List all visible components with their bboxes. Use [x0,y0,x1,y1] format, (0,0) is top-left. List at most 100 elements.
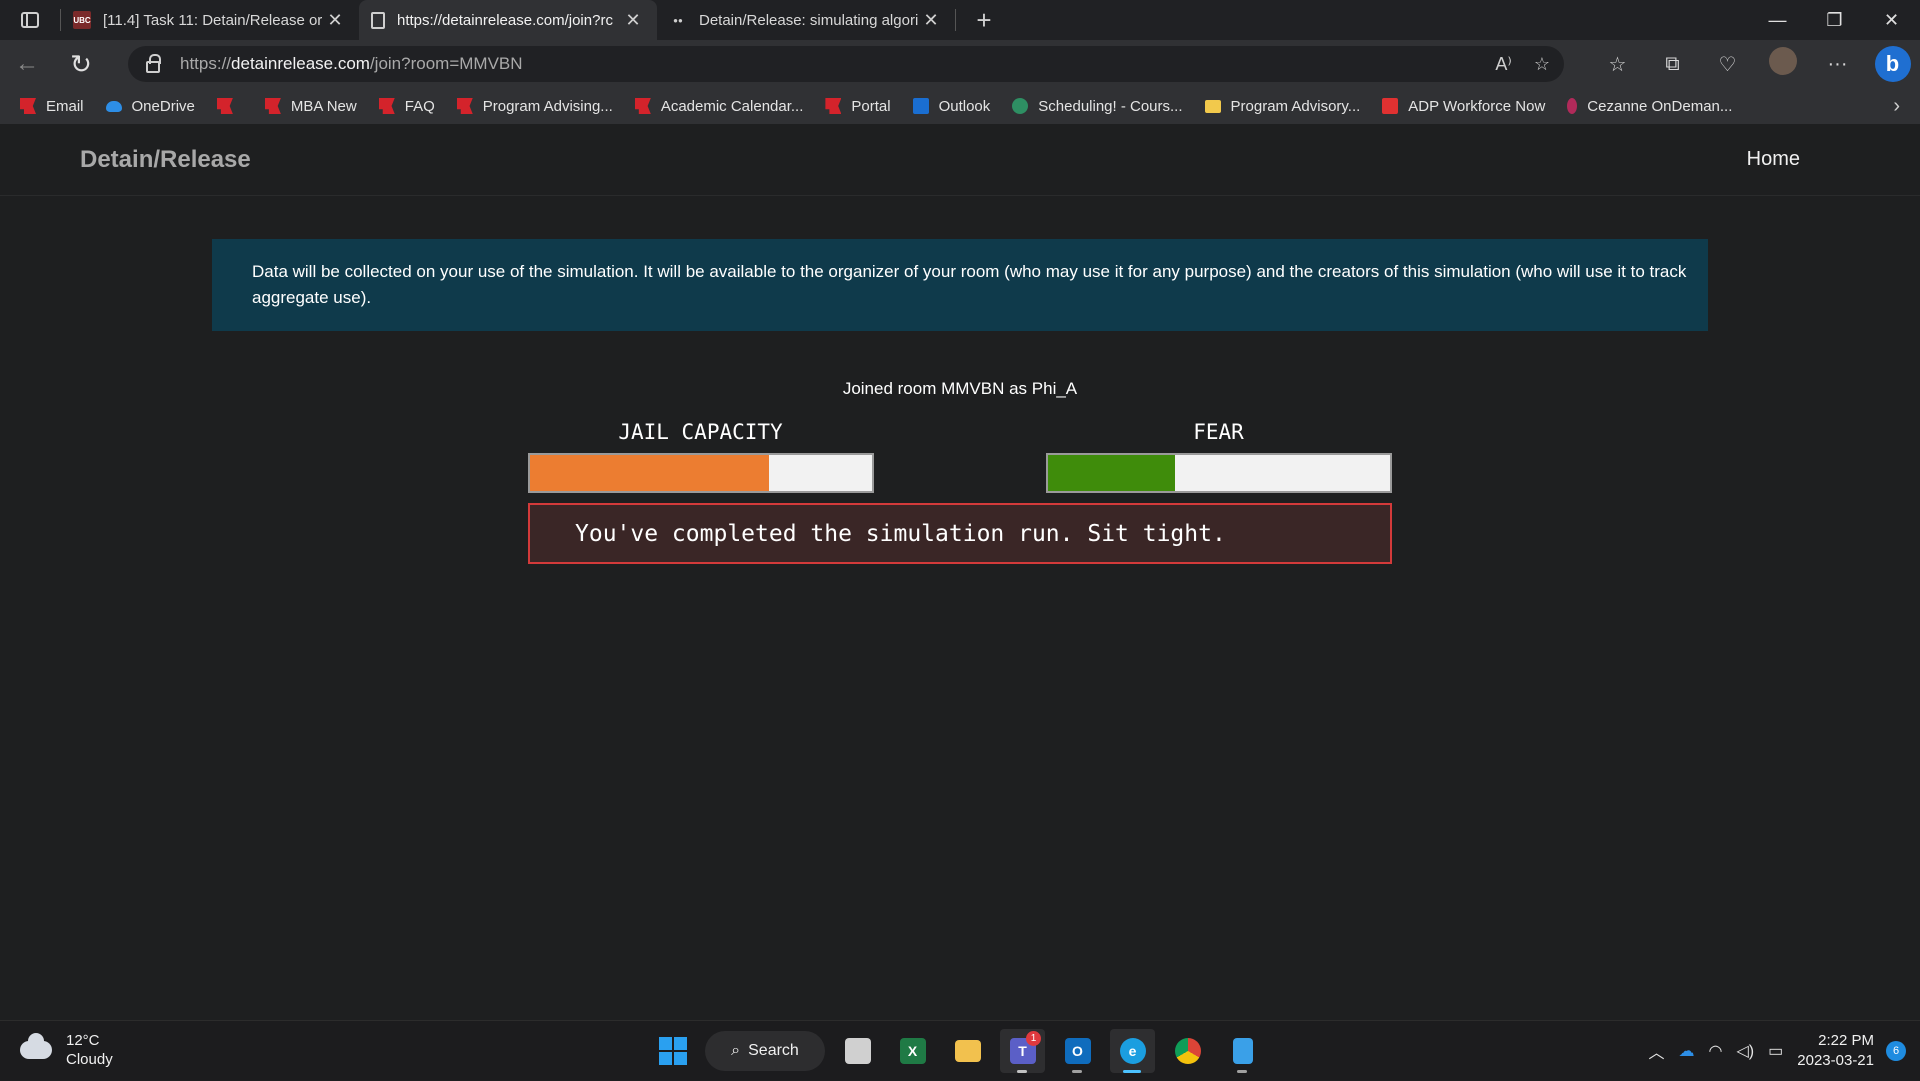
favorite-email[interactable]: Email [20,98,84,115]
favorite-portal[interactable]: Portal [825,98,891,115]
tab-actions-button[interactable] [0,0,60,40]
favorite-academic-calendar[interactable]: Academic Calendar... [634,97,804,115]
chevron-up-icon[interactable]: ︿ [1649,1039,1665,1063]
favorite-label: Academic Calendar... [660,97,804,115]
address-bar[interactable]: https://detainrelease.com/join?room=MMVB… [128,46,1564,82]
favorite-adp[interactable]: ADP Workforce Now [1382,98,1545,115]
chevron-right-icon[interactable]: › [1893,95,1900,118]
close-window-button[interactable]: ✕ [1863,0,1920,40]
battery-icon[interactable]: ▭ [1768,1041,1783,1061]
file-explorer-button[interactable] [945,1029,990,1073]
minimize-button[interactable]: — [1749,0,1806,40]
running-indicator [1123,1070,1141,1073]
tab-title: https://detainrelease.com/join?rc [397,11,613,29]
lock-icon[interactable] [146,53,161,73]
browser-essentials-icon[interactable]: ♡ [1700,52,1755,77]
chrome-button[interactable] [1165,1029,1210,1073]
favorite-label: Outlook [938,97,991,115]
favorite-faq[interactable]: FAQ [378,97,435,115]
close-icon[interactable]: ✕ [323,10,347,31]
close-icon[interactable]: ✕ [621,10,645,31]
close-icon[interactable]: ✕ [919,10,943,31]
taskbar-apps: ⌕ Search X T 1 O e [650,1029,1265,1073]
start-button[interactable] [650,1029,695,1073]
favorite-scheduling[interactable]: Scheduling! - Cours... [1012,97,1183,115]
url-path: /join?room=MMVBN [369,54,523,73]
clock[interactable]: 2:22 PM 2023-03-21 [1797,1031,1874,1071]
favorite-label: Scheduling! - Cours... [1038,97,1183,115]
favorite-program-advising[interactable]: Program Advising... [456,98,613,115]
adp-icon [1382,98,1399,114]
new-tab-button[interactable]: + [964,5,1004,36]
onedrive-icon [105,100,122,112]
window-controls: — ❐ ✕ [1749,0,1920,40]
favorites-bar: Email OneDrive MBA New FAQ Program Advis… [0,88,1920,124]
ubc-favicon-icon: UBC [73,11,91,29]
favorite-mba-new[interactable]: MBA New [264,98,357,115]
clock-time: 2:22 PM [1818,1032,1874,1049]
profile-button[interactable] [1755,47,1810,81]
toolbar-right: ☆ ⧉ ♡ ··· b [1590,40,1920,88]
bing-chat-button[interactable]: b [1865,46,1920,82]
jail-capacity-label: JAIL CAPACITY [618,420,783,444]
back-button[interactable]: ← [0,40,54,88]
wifi-icon[interactable]: ◠ [1709,1041,1723,1061]
site-brand[interactable]: Detain/Release [80,146,251,174]
system-tray: ︿ ☁ ◠ ◁) ▭ 2:22 PM 2023-03-21 6 [1649,1021,1920,1081]
tab-task-11[interactable]: UBC [11.4] Task 11: Detain/Release or ✕ [61,0,359,40]
clock-date: 2023-03-21 [1797,1052,1874,1069]
weather-temp: 12°C [66,1032,100,1049]
data-collection-notice: Data will be collected on your use of th… [212,239,1708,331]
taskbar-search-button[interactable]: ⌕ Search [705,1031,825,1071]
edge-button[interactable]: e [1110,1029,1155,1073]
notification-badge[interactable]: 6 [1886,1041,1906,1061]
cezanne-icon [1567,98,1578,114]
favorite-label: FAQ [404,97,435,115]
fear-meter [1046,453,1392,493]
red-flag-icon [264,98,281,114]
favorites-icon[interactable]: ☆ [1590,52,1645,77]
edge-icon: e [1119,1038,1146,1064]
red-flag-icon [216,98,233,114]
folder-icon [954,1040,981,1062]
more-options-icon[interactable]: ··· [1810,53,1865,76]
avatar [1768,47,1797,75]
favorite-label: ADP Workforce Now [1408,97,1546,115]
onedrive-icon[interactable]: ☁ [1679,1041,1695,1061]
red-flag-icon [20,98,36,114]
restore-button[interactable]: ❐ [1806,0,1863,40]
notepad-button[interactable] [1220,1029,1265,1073]
add-favorite-icon[interactable]: ☆ [1534,54,1550,75]
favorite-label: Cezanne OnDeman... [1587,97,1733,115]
favorite-onedrive[interactable]: OneDrive [105,97,195,115]
read-aloud-icon[interactable]: A⁾ [1495,54,1511,75]
outlook-button[interactable]: O [1055,1029,1100,1073]
site-navbar: Detain/Release Home [0,124,1920,196]
favorite-label: OneDrive [131,97,195,115]
volume-icon[interactable]: ◁) [1737,1041,1755,1061]
jail-capacity-fill [530,455,770,491]
url-text[interactable]: https://detainrelease.com/join?room=MMVB… [180,54,523,74]
favorite-outlook[interactable]: Outlook [912,97,991,115]
tab-detainrelease-join[interactable]: https://detainrelease.com/join?rc ✕ [359,0,657,40]
red-flag-icon [378,98,395,114]
favorite-cezanne[interactable]: Cezanne OnDeman... [1567,98,1732,115]
folder-icon [1204,99,1221,113]
running-indicator [1072,1070,1082,1073]
task-view-button[interactable] [835,1029,880,1073]
excel-button[interactable]: X [890,1029,935,1073]
bing-icon: b [1874,46,1911,82]
chrome-icon [1174,1038,1201,1064]
media-dots-icon: ●● [673,15,683,25]
red-flag-icon [456,98,473,114]
collections-icon[interactable]: ⧉ [1645,53,1700,76]
reload-button[interactable]: ↻ [54,40,108,88]
favorite-program-advisory[interactable]: Program Advisory... [1204,98,1360,115]
teams-button[interactable]: T 1 [1000,1029,1045,1073]
page-icon [371,11,385,29]
weather-widget[interactable]: 12°C Cloudy [20,1031,113,1069]
home-link[interactable]: Home [1747,148,1800,171]
favorite-unnamed[interactable] [216,98,243,114]
tab-detain-release-simulating[interactable]: ●● Detain/Release: simulating algori ✕ [657,0,955,40]
jail-capacity-meter [528,453,874,493]
